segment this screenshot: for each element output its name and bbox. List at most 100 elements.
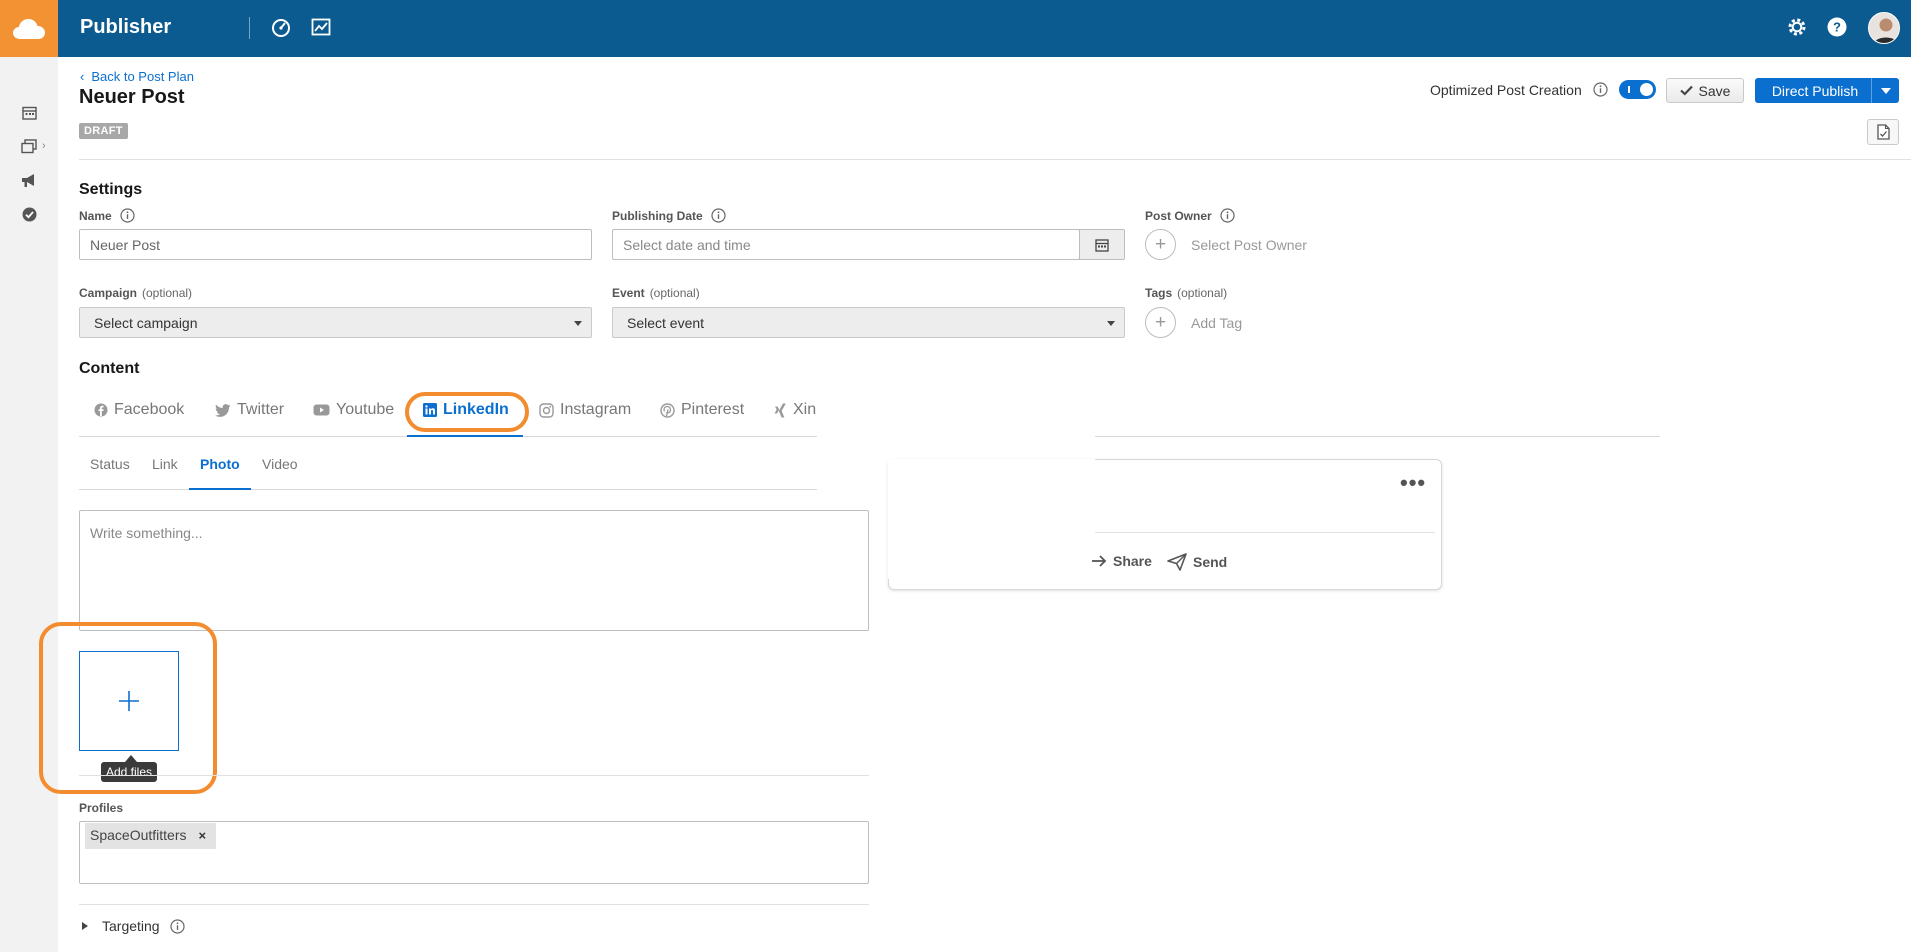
name-label: Name bbox=[79, 208, 135, 223]
twitter-icon bbox=[215, 403, 231, 417]
remove-profile-icon[interactable]: × bbox=[199, 828, 207, 843]
avatar[interactable] bbox=[1868, 12, 1900, 44]
toggle-on-mark bbox=[1628, 86, 1630, 93]
add-tag-placeholder[interactable]: Add Tag bbox=[1191, 315, 1242, 331]
info-icon[interactable] bbox=[1220, 208, 1235, 223]
targeting-label: Targeting bbox=[102, 918, 160, 934]
tab-pinterest-label: Pinterest bbox=[681, 401, 745, 418]
optional-hint: (optional) bbox=[1177, 286, 1228, 300]
add-post-owner-button[interactable]: + bbox=[1145, 229, 1176, 260]
event-select[interactable]: Select event bbox=[612, 307, 1125, 338]
tab-facebook[interactable]: Facebook bbox=[94, 401, 184, 419]
settings-title: Settings bbox=[79, 181, 143, 198]
posts-icon[interactable] bbox=[20, 137, 38, 155]
tab-status[interactable]: Status bbox=[90, 456, 130, 472]
tab-link[interactable]: Link bbox=[152, 456, 178, 472]
caret-right-icon bbox=[82, 922, 88, 930]
tab-youtube-label: Youtube bbox=[336, 401, 395, 418]
tab-youtube[interactable]: Youtube bbox=[313, 401, 394, 419]
profile-chip: SpaceOutfitters × bbox=[85, 823, 217, 849]
tab-xing[interactable]: Xin bbox=[774, 401, 818, 419]
divider bbox=[79, 775, 869, 776]
campaign-label: Campaign (optional) bbox=[79, 286, 192, 300]
divider bbox=[79, 159, 1911, 160]
publishing-date-input[interactable]: Select date and time bbox=[612, 229, 1080, 260]
back-link-label: Back to Post Plan bbox=[91, 69, 194, 84]
tab-instagram-label: Instagram bbox=[560, 401, 632, 418]
post-owner-placeholder[interactable]: Select Post Owner bbox=[1191, 237, 1307, 253]
direct-publish-label: Direct Publish bbox=[1771, 82, 1859, 99]
send-action[interactable]: Send bbox=[1167, 553, 1227, 571]
send-label: Send bbox=[1193, 554, 1228, 570]
tab-video[interactable]: Video bbox=[262, 456, 298, 472]
tab-pinterest[interactable]: Pinterest bbox=[660, 401, 744, 419]
info-icon[interactable] bbox=[711, 208, 726, 223]
tab-photo[interactable]: Photo bbox=[200, 456, 240, 472]
toggle-knob bbox=[1640, 83, 1653, 96]
status-badge: DRAFT bbox=[79, 123, 128, 139]
divider bbox=[1095, 532, 1435, 533]
analytics-icon[interactable] bbox=[308, 14, 334, 40]
document-icon bbox=[1876, 124, 1890, 140]
plus-icon: + bbox=[1154, 311, 1167, 333]
calendar-icon[interactable] bbox=[20, 103, 38, 121]
logo[interactable] bbox=[0, 0, 58, 57]
campaign-icon[interactable] bbox=[20, 171, 38, 189]
help-icon[interactable]: ? bbox=[1824, 14, 1850, 40]
event-select-value: Select event bbox=[627, 314, 705, 331]
highlight-callout bbox=[39, 622, 217, 794]
svg-text:?: ? bbox=[1833, 20, 1841, 35]
tab-instagram[interactable]: Instagram bbox=[539, 401, 631, 419]
cloud-icon bbox=[13, 18, 45, 39]
send-icon bbox=[1167, 553, 1187, 571]
divider bbox=[79, 904, 869, 905]
tab-facebook-label: Facebook bbox=[114, 401, 185, 418]
name-input[interactable]: Neuer Post bbox=[79, 229, 592, 260]
optional-hint: (optional) bbox=[142, 286, 193, 300]
save-button[interactable]: Save bbox=[1666, 78, 1744, 103]
tags-label-text: Tags bbox=[1145, 286, 1173, 300]
date-picker-button[interactable] bbox=[1079, 229, 1125, 260]
calendar-icon bbox=[1095, 238, 1109, 252]
post-owner-label-text: Post Owner bbox=[1145, 208, 1212, 223]
share-label: Share bbox=[1113, 553, 1152, 569]
info-icon[interactable] bbox=[169, 918, 185, 934]
tab-xing-label: Xin bbox=[793, 401, 817, 418]
add-tag-button[interactable]: + bbox=[1145, 307, 1176, 338]
campaign-select-value: Select campaign bbox=[94, 314, 198, 331]
tab-twitter[interactable]: Twitter bbox=[215, 401, 284, 419]
optimized-post-toggle[interactable] bbox=[1619, 80, 1656, 99]
publishing-date-label: Publishing Date bbox=[612, 208, 726, 223]
share-action[interactable]: Share bbox=[1089, 553, 1152, 569]
post-owner-label: Post Owner bbox=[1145, 208, 1235, 223]
settings-icon[interactable] bbox=[1784, 14, 1810, 40]
event-label-text: Event bbox=[612, 286, 645, 300]
direct-publish-button[interactable]: Direct Publish bbox=[1755, 78, 1899, 103]
document-button[interactable] bbox=[1867, 119, 1899, 145]
optional-hint: (optional) bbox=[649, 286, 700, 300]
check-icon bbox=[1679, 85, 1693, 96]
targeting-toggle[interactable]: Targeting bbox=[82, 918, 185, 934]
compose-textarea[interactable]: Write something... bbox=[79, 510, 869, 631]
share-icon bbox=[1092, 555, 1107, 567]
campaign-select[interactable]: Select campaign bbox=[79, 307, 592, 338]
instagram-icon bbox=[539, 402, 554, 418]
optimized-post-label: Optimized Post Creation bbox=[1430, 82, 1582, 98]
save-label: Save bbox=[1698, 82, 1731, 99]
chevron-down-icon bbox=[1107, 321, 1115, 326]
xing-icon bbox=[774, 403, 786, 417]
back-link[interactable]: ‹ Back to Post Plan bbox=[80, 69, 194, 84]
chevron-right-icon[interactable]: › bbox=[42, 140, 46, 152]
event-label: Event (optional) bbox=[612, 286, 700, 300]
active-tab-indicator bbox=[407, 435, 523, 437]
dashboard-icon[interactable] bbox=[268, 14, 294, 40]
highlight-callout bbox=[405, 392, 529, 432]
approval-icon[interactable] bbox=[20, 205, 38, 223]
info-icon[interactable] bbox=[120, 208, 135, 223]
profile-chip-label: SpaceOutfitters bbox=[90, 827, 187, 843]
publish-dropdown-icon[interactable] bbox=[1871, 78, 1899, 103]
info-icon[interactable] bbox=[1593, 82, 1608, 100]
preview-overlay bbox=[888, 459, 1095, 579]
youtube-icon bbox=[313, 404, 330, 416]
more-options-icon[interactable]: ••• bbox=[1400, 470, 1426, 496]
